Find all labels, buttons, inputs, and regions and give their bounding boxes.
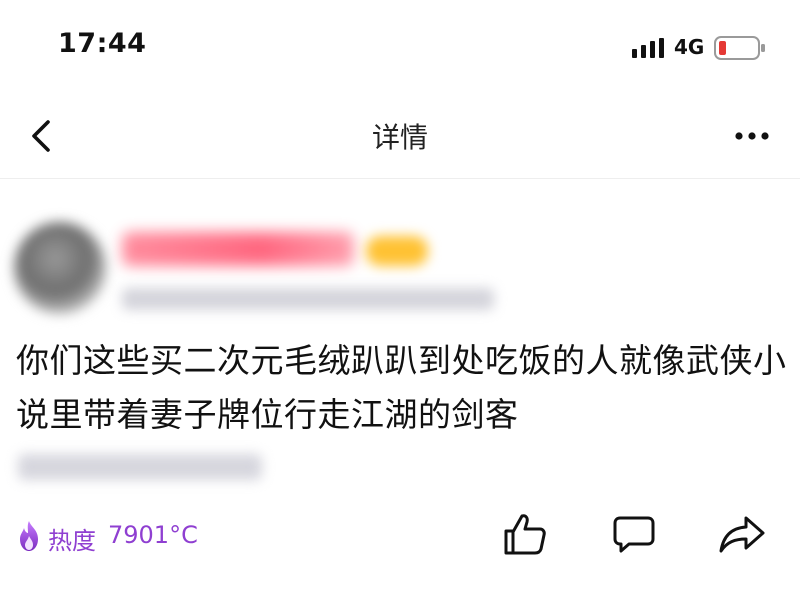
vip-badge-blurred [366,236,428,266]
post-detail-screen: 17:44 4G 详情 你们这些买二次元毛绒趴趴到处吃饭的人就像武侠小说里带着妻… [0,0,800,595]
status-time: 17:44 [58,28,147,59]
battery-icon [714,36,765,60]
author-meta-blurred [122,288,494,310]
comment-icon[interactable] [612,514,656,554]
share-icon[interactable] [718,514,766,554]
post-text: 你们这些买二次元毛绒趴趴到处吃饭的人就像武侠小说里带着妻子牌位行走江湖的剑客 [16,341,787,434]
heat-label: 热度 [48,527,96,555]
flame-icon [20,521,38,551]
avatar[interactable] [14,222,106,314]
page-title: 详情 [371,121,428,154]
post-source-blurred [18,454,262,480]
author-name-blurred[interactable] [122,232,354,266]
network-label: 4G [674,35,705,59]
more-icon[interactable] [732,124,772,148]
like-icon[interactable] [502,512,548,556]
heat-value: 7901°C [108,521,198,549]
signal-icon [632,38,664,58]
nav-divider [0,178,800,179]
